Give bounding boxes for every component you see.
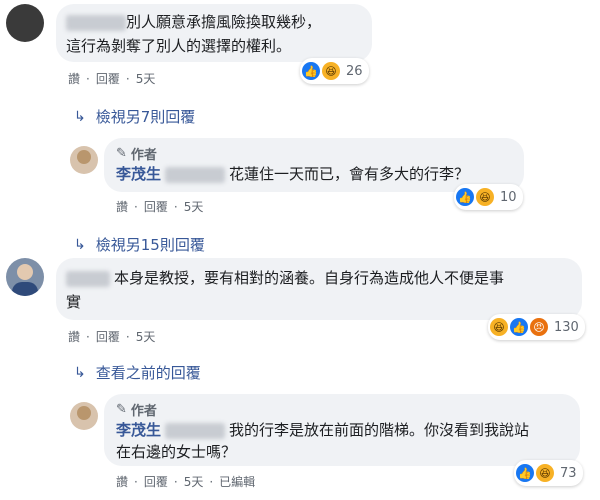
avatar[interactable] — [6, 258, 44, 296]
avatar[interactable] — [70, 402, 98, 430]
timestamp[interactable]: 5天 — [184, 198, 204, 215]
edited-label: 已編輯 — [219, 475, 256, 489]
pencil-icon: ✎ — [116, 146, 127, 161]
comment-bubble: 別人願意承擔風險換取幾秒， 這行為剝奪了別人的選擇的權利。 — [56, 4, 372, 62]
comment-actions: 讚 · 回覆 · 5天 — [68, 328, 156, 345]
angry-icon: 😠 — [530, 318, 548, 336]
reaction-summary[interactable]: 😆 👍 😠 130 — [488, 314, 585, 340]
comment-text: 實 — [66, 293, 82, 311]
like-link[interactable]: 讚 — [68, 328, 80, 345]
reply-link[interactable]: 回覆 — [96, 70, 120, 87]
comment-text: 這行為剝奪了別人的選擇的權利。 — [66, 37, 292, 55]
like-icon: 👍 — [302, 62, 320, 80]
reply-arrow-icon: ↳ — [74, 108, 86, 125]
reply-text: 在右邊的女士嗎？ — [116, 443, 237, 461]
view-previous-replies[interactable]: ↳ 查看之前的回覆 — [74, 362, 201, 383]
like-icon: 👍 — [516, 464, 534, 482]
haha-icon: 😆 — [476, 188, 494, 206]
avatar[interactable] — [70, 146, 98, 174]
reply-link[interactable]: 回覆 — [144, 473, 168, 490]
blurred-name — [165, 166, 226, 183]
reply-actions: 讚 · 回覆 · 5天 · 已編輯 — [116, 473, 256, 490]
like-link[interactable]: 讚 — [116, 473, 128, 490]
reply-text: 我的行李是放在前面的階梯。你沒看到我說站 — [229, 421, 530, 439]
reply-link[interactable]: 回覆 — [96, 328, 120, 345]
reply-link[interactable]: 回覆 — [144, 198, 168, 215]
reaction-summary[interactable]: 👍 😆 73 — [514, 460, 583, 486]
reaction-summary[interactable]: 👍 😆 10 — [454, 184, 523, 210]
blurred-name — [165, 422, 226, 439]
author-name[interactable]: 李茂生 — [116, 421, 161, 439]
author-badge: 作者 — [130, 404, 157, 419]
reply-arrow-icon: ↳ — [74, 364, 86, 381]
comment-actions: 讚 · 回覆 · 5天 — [68, 70, 156, 87]
blurred-name — [66, 270, 110, 287]
haha-icon: 😆 — [490, 318, 508, 336]
like-icon: 👍 — [510, 318, 528, 336]
like-link[interactable]: 讚 — [68, 70, 80, 87]
author-badge: 作者 — [130, 148, 157, 163]
reaction-count: 10 — [500, 189, 517, 205]
view-more-replies[interactable]: ↳ 檢視另15則回覆 — [74, 234, 205, 255]
avatar[interactable] — [6, 4, 44, 42]
reply-text: 花蓮住一天而已，會有多大的行李？ — [229, 165, 470, 183]
comment-text: 本身是教授，要有相對的涵養。自身行為造成他人不便是事 — [114, 269, 505, 287]
reaction-summary[interactable]: 👍 😆 26 — [300, 58, 369, 84]
blurred-name — [66, 14, 126, 31]
like-link[interactable]: 讚 — [116, 198, 128, 215]
reply-arrow-icon: ↳ — [74, 236, 86, 253]
reaction-count: 73 — [560, 465, 577, 481]
timestamp[interactable]: 5天 — [184, 473, 204, 490]
pencil-icon: ✎ — [116, 402, 127, 417]
reply-actions: 讚 · 回覆 · 5天 — [116, 198, 204, 215]
view-more-replies[interactable]: ↳ 檢視另7則回覆 — [74, 106, 195, 127]
reaction-count: 26 — [346, 63, 363, 79]
like-icon: 👍 — [456, 188, 474, 206]
reply-bubble: ✎ 作者 李茂生 我的行李是放在前面的階梯。你沒看到我說站 在右邊的女士嗎？ — [104, 394, 580, 466]
reaction-count: 130 — [554, 319, 579, 335]
timestamp[interactable]: 5天 — [136, 70, 156, 87]
timestamp[interactable]: 5天 — [136, 328, 156, 345]
author-name[interactable]: 李茂生 — [116, 165, 161, 183]
comment-bubble: 本身是教授，要有相對的涵養。自身行為造成他人不便是事 實 — [56, 258, 582, 320]
haha-icon: 😆 — [322, 62, 340, 80]
comment-text: 別人願意承擔風險換取幾秒， — [126, 13, 322, 31]
haha-icon: 😆 — [536, 464, 554, 482]
